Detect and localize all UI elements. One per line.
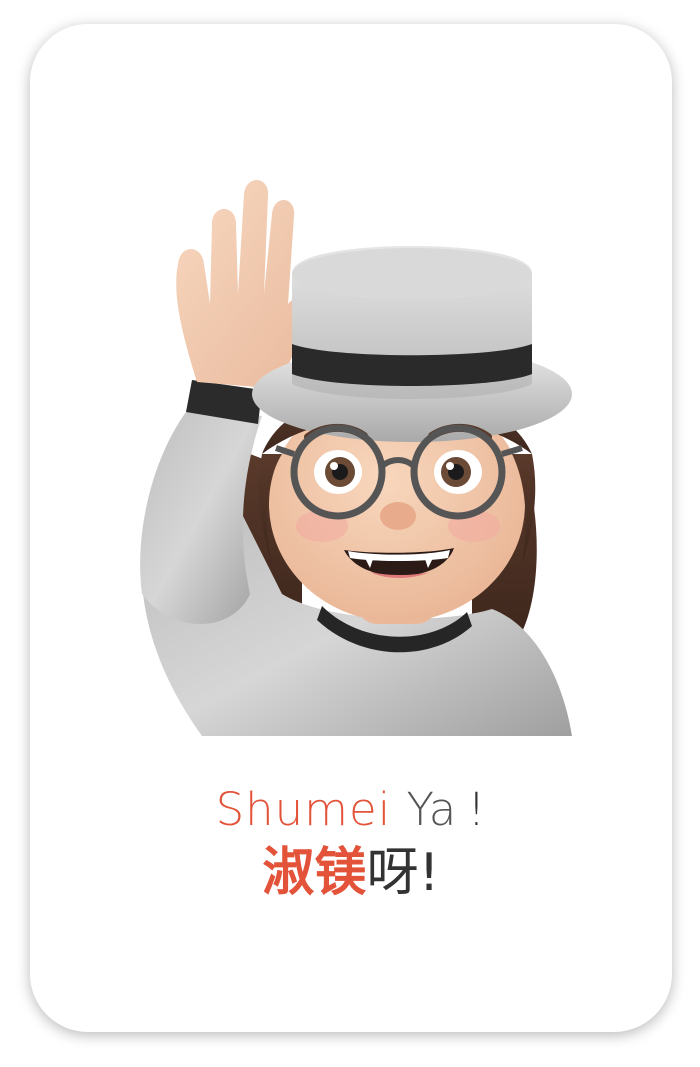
- chinese-particle: 呀: [366, 843, 419, 903]
- english-particle: Ya: [406, 783, 458, 836]
- profile-card: Shumei Ya! 淑镁呀!: [30, 24, 672, 1032]
- waving-memoji-icon: [112, 154, 572, 736]
- chinese-greeting: 淑镁呀!: [30, 842, 672, 904]
- english-greeting: Shumei Ya!: [30, 780, 672, 840]
- chinese-exclamation: !: [418, 843, 440, 903]
- english-exclamation: !: [467, 783, 487, 836]
- chinese-name: 淑镁: [262, 843, 367, 903]
- greeting: Shumei Ya! 淑镁呀!: [30, 780, 672, 904]
- english-name: Shumei: [215, 783, 392, 836]
